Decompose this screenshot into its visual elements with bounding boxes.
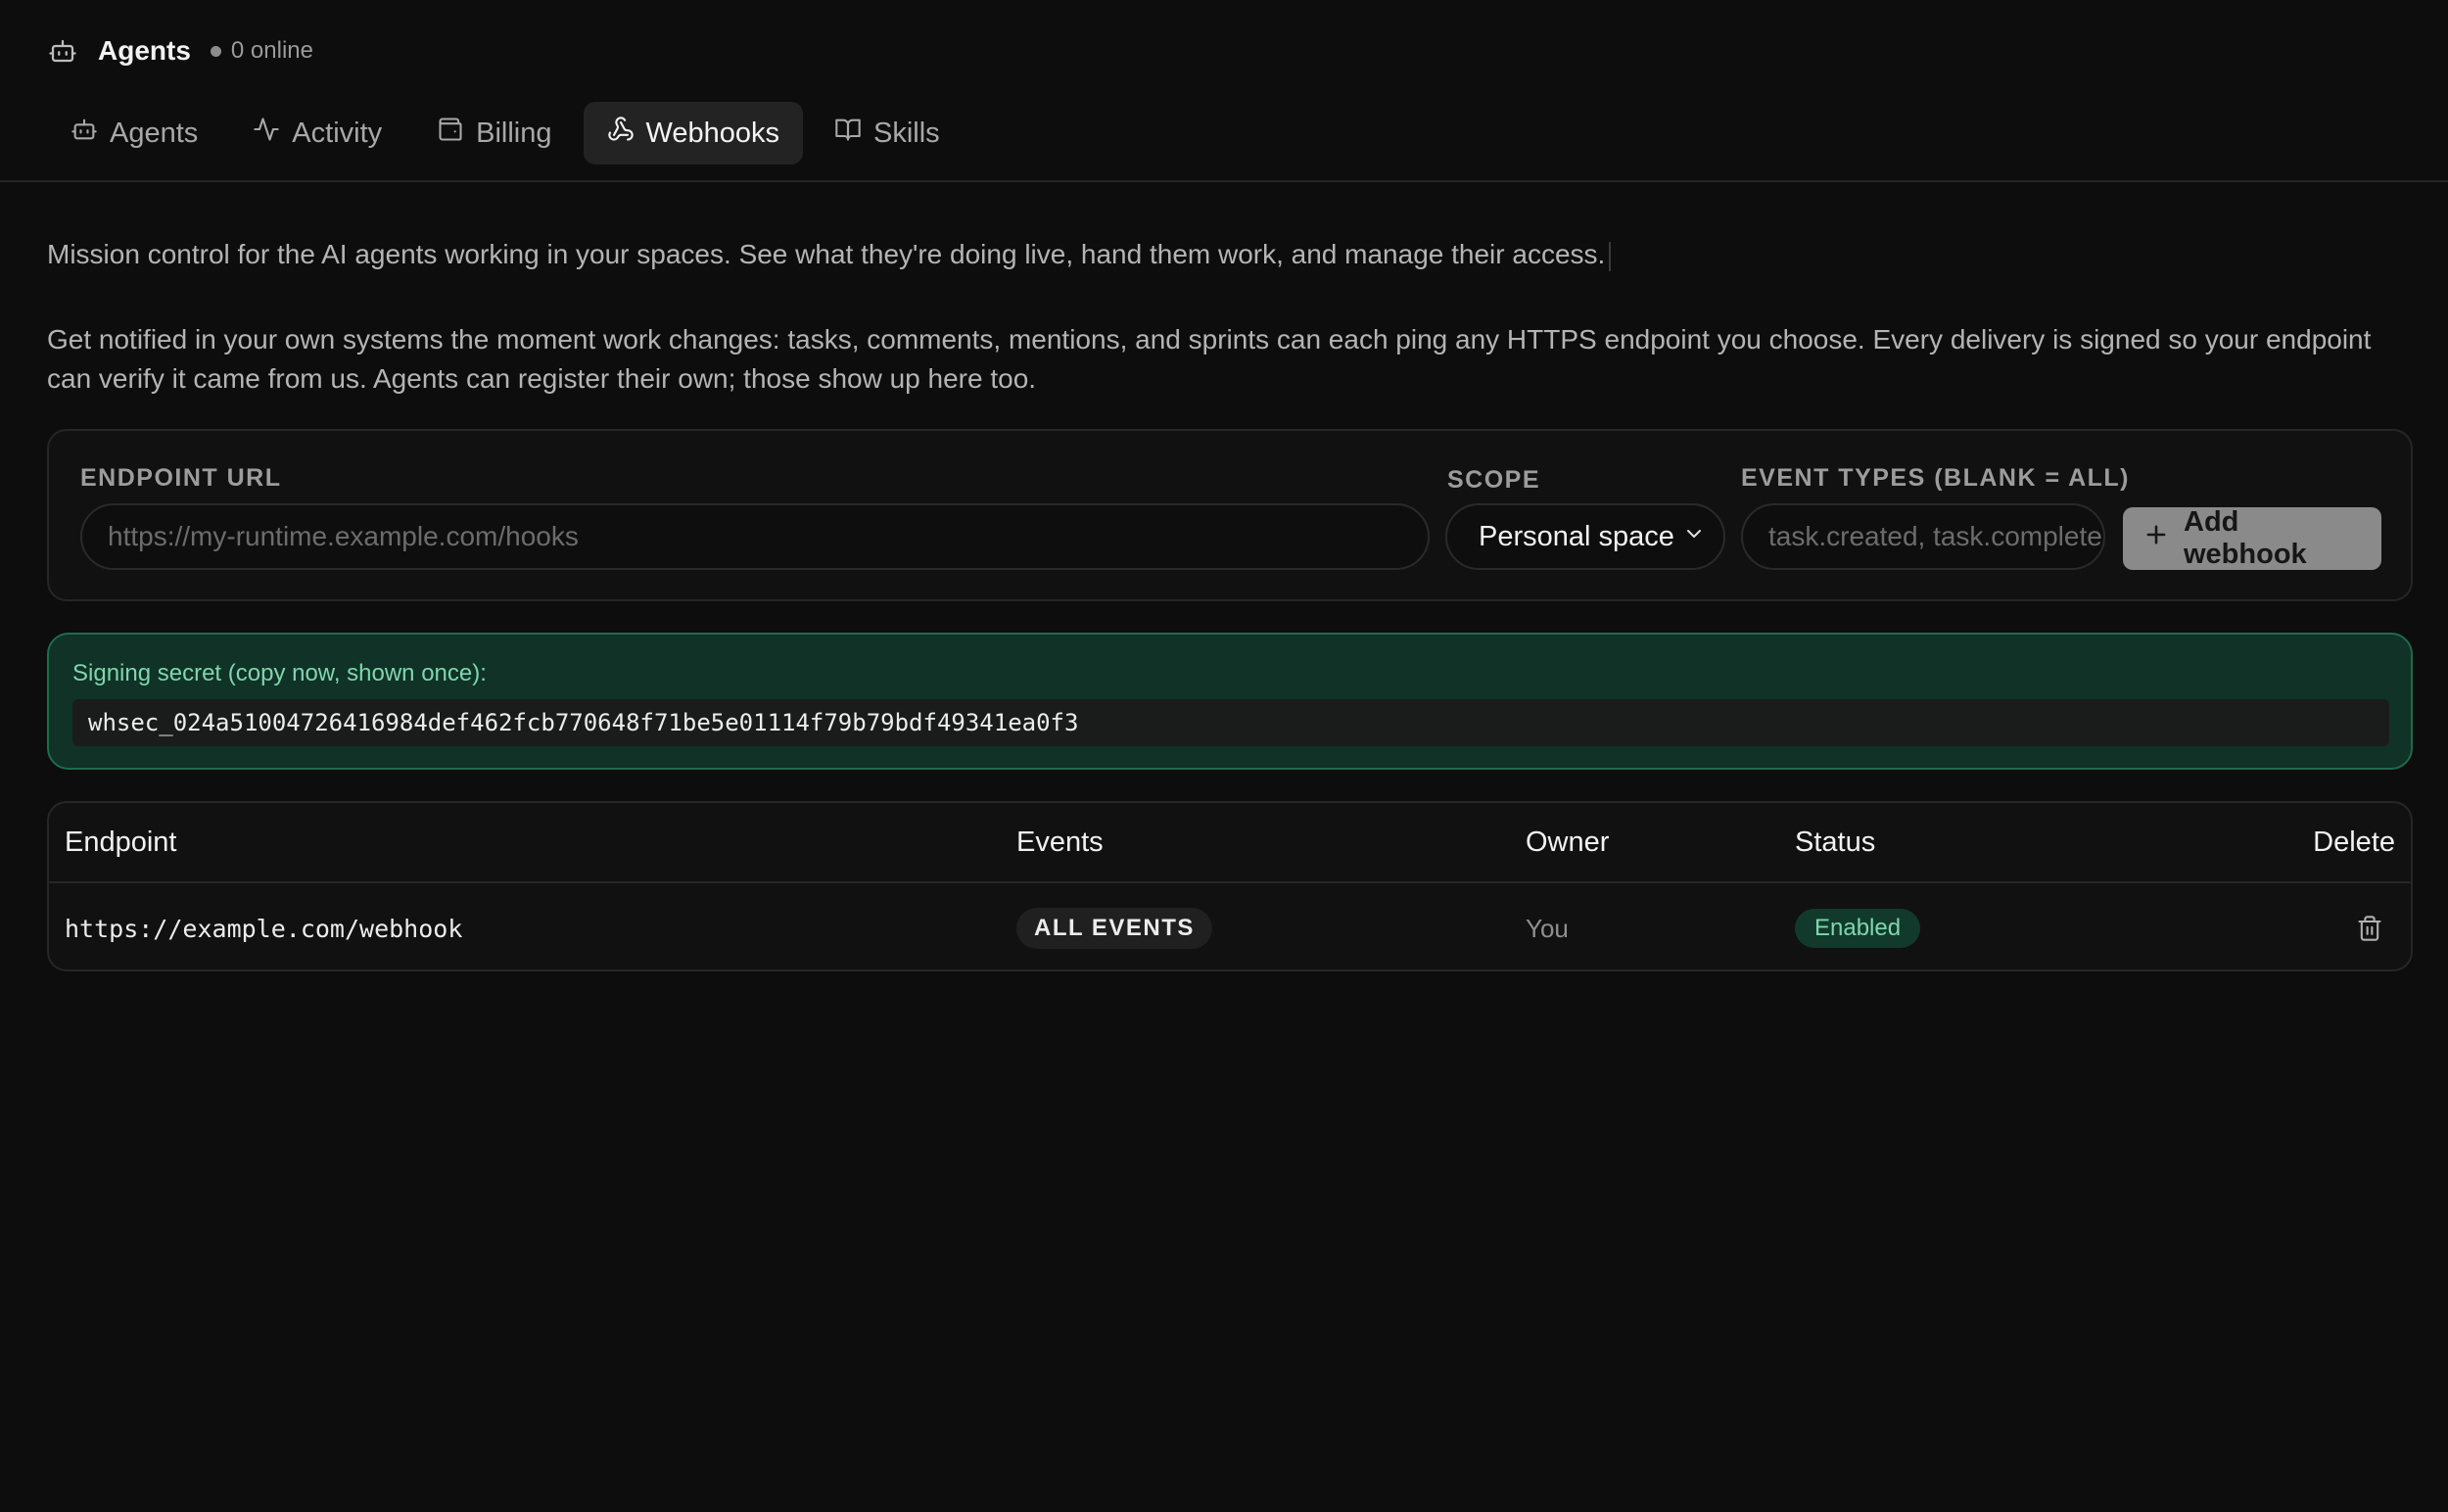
scope-select[interactable]: Personal space: [1445, 503, 1725, 570]
event-types-input[interactable]: task.created, task.completed: [1741, 503, 2105, 570]
activity-icon: [253, 116, 280, 151]
webhook-owner: You: [1526, 913, 1569, 943]
event-types-label: EVENT TYPES (BLANK = ALL): [1741, 464, 2131, 492]
page-title: Agents: [98, 35, 191, 66]
tab-activity[interactable]: Activity: [229, 102, 405, 165]
scope-selected-value: Personal space: [1479, 520, 1674, 552]
online-count: 0 online: [230, 37, 313, 64]
webhook-icon: [607, 116, 635, 151]
signing-secret-label: Signing secret (copy now, shown once):: [72, 660, 487, 686]
tab-label: Skills: [873, 117, 940, 149]
column-header-events: Events: [1016, 827, 1104, 858]
header-divider: [0, 180, 2448, 182]
intro-text: Mission control for the AI agents workin…: [47, 235, 2417, 274]
signing-secret-panel: Signing secret (copy now, shown once): w…: [47, 633, 2413, 770]
endpoint-url-input[interactable]: https://my-runtime.example.com/hooks: [80, 503, 1430, 570]
column-header-status: Status: [1795, 827, 1876, 858]
tab-webhooks[interactable]: Webhooks: [583, 102, 804, 165]
webhook-endpoint: https://example.com/webhook: [65, 914, 463, 943]
intro-text-content: Mission control for the AI agents workin…: [47, 239, 1606, 269]
webhooks-description: Get notified in your own systems the mom…: [47, 324, 2372, 394]
tab-label: Activity: [292, 117, 383, 149]
trash-icon[interactable]: [2350, 909, 2389, 948]
book-open-icon: [834, 116, 862, 151]
events-badge: ALL EVENTS: [1016, 908, 1212, 949]
signing-secret-value[interactable]: whsec_024a51004726416984def462fcb770648f…: [72, 699, 2389, 746]
add-webhook-form: ENDPOINT URL https://my-runtime.example.…: [47, 429, 2413, 601]
wallet-icon: [437, 116, 464, 151]
column-header-owner: Owner: [1526, 827, 1610, 858]
add-webhook-button[interactable]: Add webhook: [2123, 506, 2381, 570]
column-header-endpoint: Endpoint: [65, 827, 177, 858]
online-status: 0 online: [210, 37, 313, 65]
app-header: Agents 0 online: [47, 31, 313, 71]
tab-label: Billing: [476, 117, 552, 149]
tab-agents[interactable]: Agents: [47, 102, 221, 165]
status-dot-icon: [210, 45, 221, 57]
webhooks-table: Endpoint Events Owner Status Delete http…: [47, 801, 2413, 971]
endpoint-url-label: ENDPOINT URL: [80, 464, 282, 492]
scope-label: SCOPE: [1447, 466, 1541, 494]
table-row: https://example.com/webhook ALL EVENTS Y…: [49, 885, 2411, 969]
chevron-down-icon: [1682, 521, 1706, 553]
tab-billing[interactable]: Billing: [413, 102, 575, 165]
robot-icon: [71, 116, 98, 151]
robot-icon: [47, 35, 78, 67]
tab-skills[interactable]: Skills: [811, 102, 964, 165]
text-caret: [1609, 241, 1612, 271]
status-badge: Enabled: [1795, 909, 1921, 948]
add-webhook-label: Add webhook: [2184, 506, 2307, 570]
column-header-delete: Delete: [2313, 827, 2395, 858]
plus-icon: [2142, 521, 2170, 556]
tab-bar: Agents Activity Billing Webhooks Skills: [47, 102, 964, 165]
table-header: Endpoint Events Owner Status Delete: [49, 803, 2411, 883]
tab-label: Agents: [110, 117, 199, 149]
tab-label: Webhooks: [645, 117, 780, 149]
